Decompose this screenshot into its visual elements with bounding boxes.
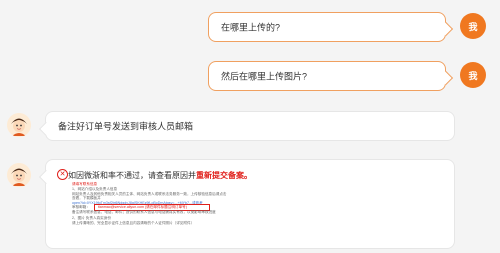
agent-avatar-icon <box>7 163 31 187</box>
image-line: 审核邮箱： <box>72 205 90 209</box>
image-line: 请填写联系信息 <box>72 182 98 186</box>
image-title-prefix: 如因微渐和率不通过，请查看原因并 <box>68 171 196 180</box>
agent-avatar-icon <box>7 113 31 137</box>
agent-avatar <box>7 163 31 187</box>
user-avatar: 我 <box>460 62 486 88</box>
user-avatar: 我 <box>460 13 486 39</box>
image-line: 请上传清晰的、完全显示证件上信息且内容清晰的个人证件照片（详见附件） <box>72 220 195 225</box>
image-title: 如因微渐和率不通过，请查看原因并重新提交备案。 <box>68 170 252 181</box>
error-icon: ✕ <box>57 169 68 180</box>
agent-message-bubble: 备注好订单号发送到审核人员邮箱 <box>45 111 455 141</box>
image-title-highlight: 重新提交备案。 <box>196 171 252 180</box>
image-line: 备注请写联系信息，电话，邮件；提供的联系人信息与电话需真实有效，以免影响审核进度 <box>72 210 216 214</box>
agent-avatar <box>7 113 31 137</box>
screenshot-image[interactable]: ✕ 如因微渐和率不通过，请查看原因并重新提交备案。 请填写联系信息 1、网站介绍… <box>50 164 445 244</box>
user-message-bubble: 然后在哪里上传图片? <box>208 61 446 91</box>
user-message-bubble: 在哪里上传的? <box>208 12 446 42</box>
user-message-text: 在哪里上传的? <box>221 22 281 33</box>
agent-message-text: 备注好订单号发送到审核人员邮箱 <box>58 121 194 132</box>
user-message-text: 然后在哪里上传图片? <box>221 71 308 82</box>
